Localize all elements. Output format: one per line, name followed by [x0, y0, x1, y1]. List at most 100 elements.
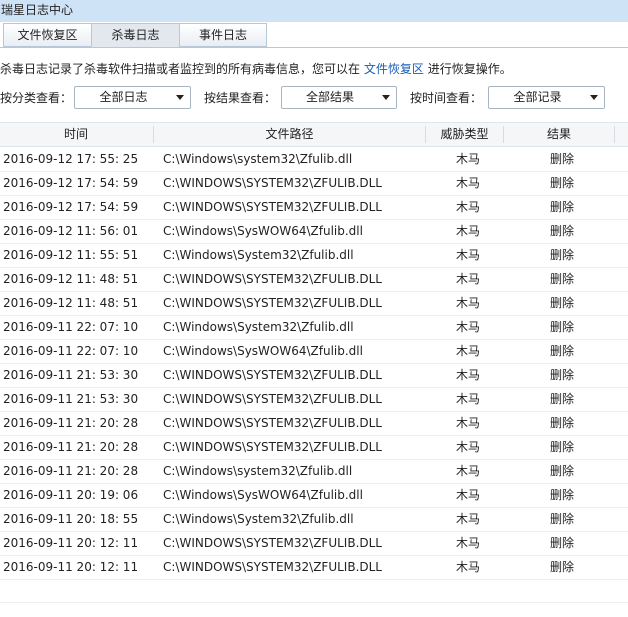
- time-filter-label: 按时间查看：: [410, 91, 483, 105]
- result-filter-value: 全部结果: [305, 90, 354, 104]
- cell-time: 2016-09-12 17: 54: 59: [3, 176, 139, 190]
- category-filter-select[interactable]: 全部日志: [74, 86, 191, 109]
- window-title: 瑞星日志中心: [0, 0, 628, 22]
- cell-threat-type: 木马: [455, 200, 480, 214]
- table-row[interactable]: 2016-09-11 22: 07: 10 C:\Windows\SysWOW64…: [0, 340, 628, 364]
- table-row[interactable]: 2016-09-12 11: 48: 51 C:\WINDOWS\SYSTEM32…: [0, 292, 628, 316]
- cell-time: 2016-09-12 11: 55: 51: [3, 248, 139, 262]
- time-filter-value: 全部记录: [513, 90, 562, 104]
- cell-file-path: C:\Windows\System32\Zfulib.dll: [163, 512, 354, 526]
- info-text-before: 杀毒日志记录了杀毒软件扫描或者监控到的所有病毒信息，您可以在: [0, 62, 361, 76]
- cell-result: 删除: [549, 320, 574, 334]
- cell-time: 2016-09-11 21: 20: 28: [3, 464, 139, 478]
- info-text-after: 进行恢复操作。: [427, 62, 512, 76]
- cell-file-path: C:\Windows\System32\Zfulib.dll: [163, 248, 354, 262]
- table-row[interactable]: 2016-09-12 11: 56: 01 C:\Windows\SysWOW64…: [0, 220, 628, 244]
- table-header: 时间 文件路径 威胁类型 结果: [0, 122, 628, 147]
- table-row[interactable]: 2016-09-11 20: 12: 11 C:\WINDOWS\SYSTEM32…: [0, 532, 628, 556]
- cell-result: 删除: [549, 392, 574, 406]
- cell-threat-type: 木马: [455, 272, 480, 286]
- table-row[interactable]: 2016-09-11 21: 20: 28 C:\WINDOWS\SYSTEM32…: [0, 436, 628, 460]
- cell-result: 删除: [549, 272, 574, 286]
- table-row[interactable]: 2016-09-11 20: 19: 06 C:\Windows\SysWOW64…: [0, 484, 628, 508]
- cell-threat-type: 木马: [455, 248, 480, 262]
- cell-time: 2016-09-11 22: 07: 10: [3, 344, 139, 358]
- chevron-down-icon: [176, 95, 184, 100]
- table-row[interactable]: 2016-09-12 17: 54: 59 C:\WINDOWS\SYSTEM32…: [0, 196, 628, 220]
- cell-result: 删除: [549, 224, 574, 238]
- column-divider: [614, 126, 615, 143]
- table-row[interactable]: 2016-09-11 20: 12: 11 C:\WINDOWS\SYSTEM32…: [0, 556, 628, 580]
- cell-threat-type: 木马: [455, 176, 480, 190]
- category-filter-label: 按分类查看：: [0, 91, 73, 105]
- table-row[interactable]: 2016-09-11 20: 18: 55 C:\Windows\System32…: [0, 508, 628, 532]
- cell-result: 删除: [549, 176, 574, 190]
- cell-time: 2016-09-11 22: 07: 10: [3, 320, 139, 334]
- table-row[interactable]: 2016-09-12 11: 48: 51 C:\WINDOWS\SYSTEM32…: [0, 268, 628, 292]
- table-row[interactable]: 2016-09-12 17: 54: 59 C:\WINDOWS\SYSTEM32…: [0, 172, 628, 196]
- column-header-result[interactable]: 结果: [504, 123, 614, 146]
- table-row[interactable]: 2016-09-11 21: 20: 28 C:\Windows\system32…: [0, 460, 628, 484]
- cell-result: 删除: [549, 368, 574, 382]
- cell-file-path: C:\Windows\system32\Zfulib.dll: [163, 464, 353, 478]
- tab-bar: 文件恢复区 杀毒日志 事件日志: [3, 23, 267, 48]
- cell-threat-type: 木马: [455, 464, 480, 478]
- log-table-body: 2016-09-12 17: 55: 25 C:\Windows\system32…: [0, 148, 628, 580]
- cell-threat-type: 木马: [455, 488, 480, 502]
- cell-time: 2016-09-12 17: 54: 59: [3, 200, 139, 214]
- column-header-threat[interactable]: 威胁类型: [426, 123, 503, 146]
- cell-threat-type: 木马: [455, 536, 480, 550]
- tab-file-recovery[interactable]: 文件恢复区: [3, 23, 91, 47]
- cell-threat-type: 木马: [455, 440, 480, 454]
- cell-file-path: C:\WINDOWS\SYSTEM32\ZFULIB.DLL: [163, 368, 382, 382]
- cell-file-path: C:\WINDOWS\SYSTEM32\ZFULIB.DLL: [163, 416, 382, 430]
- cell-time: 2016-09-11 21: 53: 30: [3, 368, 139, 382]
- cell-time: 2016-09-11 20: 19: 06: [3, 488, 139, 502]
- cell-file-path: C:\WINDOWS\SYSTEM32\ZFULIB.DLL: [163, 296, 382, 310]
- tab-divider: [0, 47, 628, 48]
- cell-file-path: C:\WINDOWS\SYSTEM32\ZFULIB.DLL: [163, 200, 382, 214]
- cell-result: 删除: [549, 248, 574, 262]
- table-row[interactable]: 2016-09-12 11: 55: 51 C:\Windows\System32…: [0, 244, 628, 268]
- cell-result: 删除: [549, 488, 574, 502]
- chevron-down-icon: [590, 95, 598, 100]
- result-filter-label: 按结果查看：: [204, 91, 277, 105]
- cell-file-path: C:\WINDOWS\SYSTEM32\ZFULIB.DLL: [163, 536, 382, 550]
- cell-threat-type: 木马: [455, 560, 480, 574]
- table-row[interactable]: 2016-09-11 22: 07: 10 C:\Windows\System32…: [0, 316, 628, 340]
- cell-threat-type: 木马: [455, 152, 480, 166]
- chevron-down-icon: [382, 95, 390, 100]
- file-recovery-link[interactable]: 文件恢复区: [364, 62, 424, 76]
- cell-result: 删除: [549, 512, 574, 526]
- filter-bar: 按分类查看： 全部日志 按结果查看： 全部结果 按时间查看： 全部记录: [0, 86, 628, 110]
- cell-time: 2016-09-12 11: 48: 51: [3, 296, 139, 310]
- cell-threat-type: 木马: [455, 224, 480, 238]
- table-row[interactable]: 2016-09-11 21: 20: 28 C:\WINDOWS\SYSTEM32…: [0, 412, 628, 436]
- cell-file-path: C:\Windows\system32\Zfulib.dll: [163, 152, 353, 166]
- time-filter-select[interactable]: 全部记录: [488, 86, 605, 109]
- result-filter-select[interactable]: 全部结果: [281, 86, 397, 109]
- tab-event-log[interactable]: 事件日志: [179, 23, 267, 47]
- column-header-path[interactable]: 文件路径: [154, 123, 425, 146]
- cell-result: 删除: [549, 416, 574, 430]
- cell-threat-type: 木马: [455, 368, 480, 382]
- cell-time: 2016-09-11 21: 20: 28: [3, 416, 139, 430]
- cell-time: 2016-09-11 21: 53: 30: [3, 392, 139, 406]
- cell-threat-type: 木马: [455, 416, 480, 430]
- cell-time: 2016-09-12 11: 48: 51: [3, 272, 139, 286]
- cell-time: 2016-09-11 20: 12: 11: [3, 560, 139, 574]
- cell-file-path: C:\WINDOWS\SYSTEM32\ZFULIB.DLL: [163, 392, 382, 406]
- cell-file-path: C:\Windows\SysWOW64\Zfulib.dll: [163, 224, 363, 238]
- cell-time: 2016-09-11 20: 12: 11: [3, 536, 139, 550]
- column-header-time[interactable]: 时间: [0, 123, 152, 146]
- cell-result: 删除: [549, 536, 574, 550]
- cell-file-path: C:\Windows\SysWOW64\Zfulib.dll: [163, 488, 363, 502]
- tab-scan-log[interactable]: 杀毒日志: [91, 23, 179, 47]
- table-row[interactable]: 2016-09-11 21: 53: 30 C:\WINDOWS\SYSTEM32…: [0, 364, 628, 388]
- cell-time: 2016-09-11 21: 20: 28: [3, 440, 139, 454]
- cell-threat-type: 木马: [455, 344, 480, 358]
- cell-threat-type: 木马: [455, 512, 480, 526]
- table-row[interactable]: 2016-09-12 17: 55: 25 C:\Windows\system32…: [0, 148, 628, 172]
- table-row[interactable]: 2016-09-11 21: 53: 30 C:\WINDOWS\SYSTEM32…: [0, 388, 628, 412]
- cell-file-path: C:\WINDOWS\SYSTEM32\ZFULIB.DLL: [163, 272, 382, 286]
